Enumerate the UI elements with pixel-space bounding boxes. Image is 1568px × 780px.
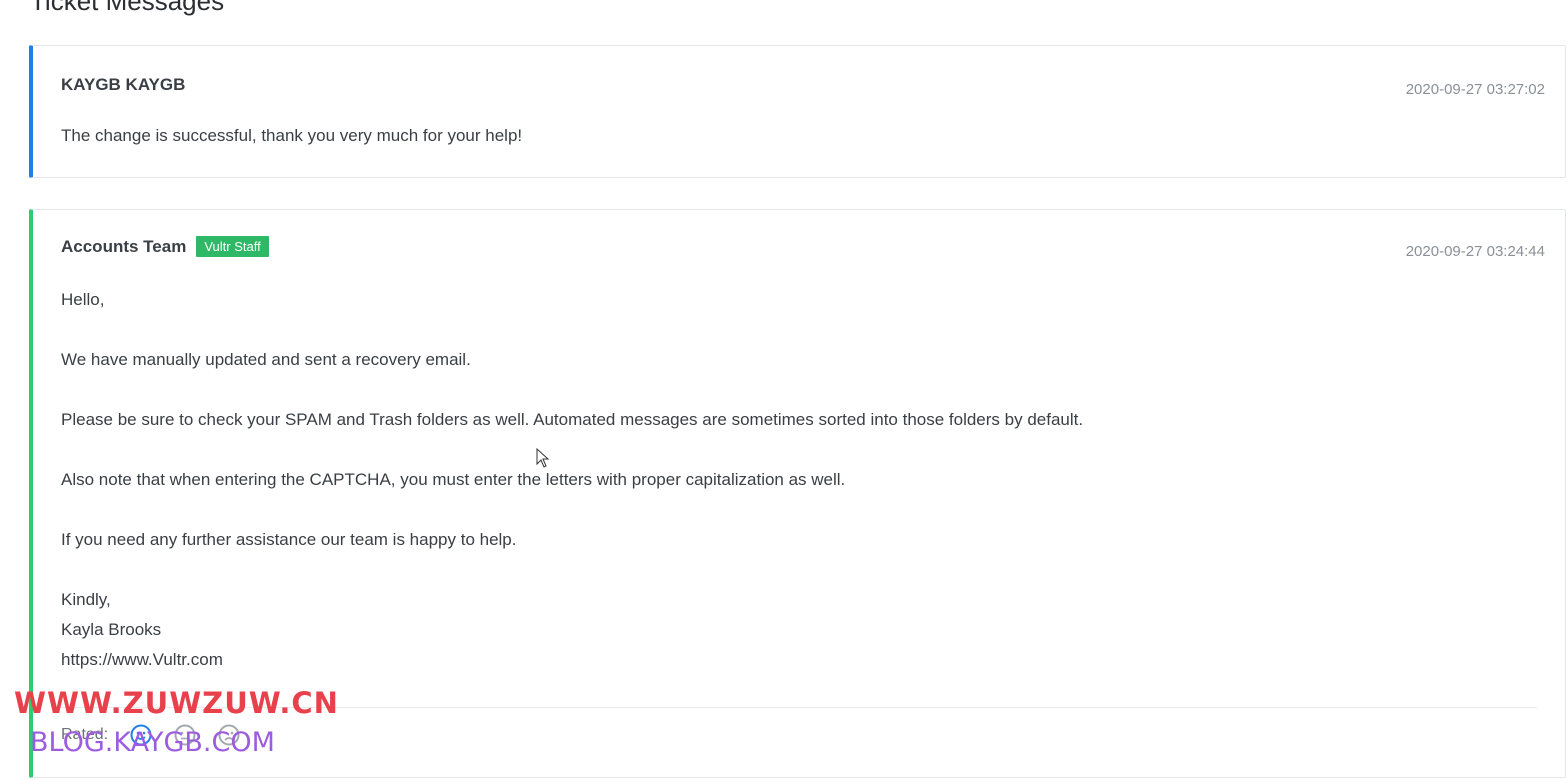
message-author: Accounts Team Vultr Staff	[61, 236, 269, 257]
signoff-line: Kindly,	[61, 590, 111, 609]
message-line: We have manually updated and sent a reco…	[61, 350, 471, 369]
message-body: The change is successful, thank you very…	[61, 121, 1545, 151]
message-timestamp: 2020-09-27 03:27:02	[1405, 81, 1545, 98]
message-body: Hello, We have manually updated and sent…	[61, 285, 1545, 675]
message-timestamp: 2020-09-27 03:24:44	[1405, 243, 1545, 260]
watermark-primary: WWW.ZUWZUW.CN	[14, 686, 339, 720]
mouse-cursor-icon	[536, 448, 550, 468]
message-line: If you need any further assistance our t…	[61, 530, 517, 549]
message-header: KAYGB KAYGB 2020-09-27 03:27:02	[61, 71, 1545, 99]
author-name: Accounts Team	[61, 236, 187, 256]
message-author: KAYGB KAYGB	[61, 75, 185, 95]
ticket-messages-page: Ticket Messages KAYGB KAYGB 2020-09-27 0…	[0, 0, 1568, 780]
message-line: Please be sure to check your SPAM and Tr…	[61, 410, 1084, 429]
message-header: Accounts Team Vultr Staff 2020-09-27 03:…	[61, 233, 1545, 260]
author-name: KAYGB KAYGB	[61, 74, 186, 94]
page-title: Ticket Messages	[30, 0, 225, 16]
staff-badge: Vultr Staff	[196, 236, 269, 257]
message-line: The change is successful, thank you very…	[61, 126, 523, 145]
signature-name: Kayla Brooks	[61, 620, 162, 639]
signature-link[interactable]: https://www.Vultr.com	[61, 645, 1545, 675]
watermark-secondary: BLOG.KAYGB.COM	[30, 727, 275, 758]
message-card-user: KAYGB KAYGB 2020-09-27 03:27:02 The chan…	[29, 45, 1566, 178]
message-line: Hello,	[61, 290, 105, 309]
message-line: Also note that when entering the CAPTCHA…	[61, 470, 846, 489]
